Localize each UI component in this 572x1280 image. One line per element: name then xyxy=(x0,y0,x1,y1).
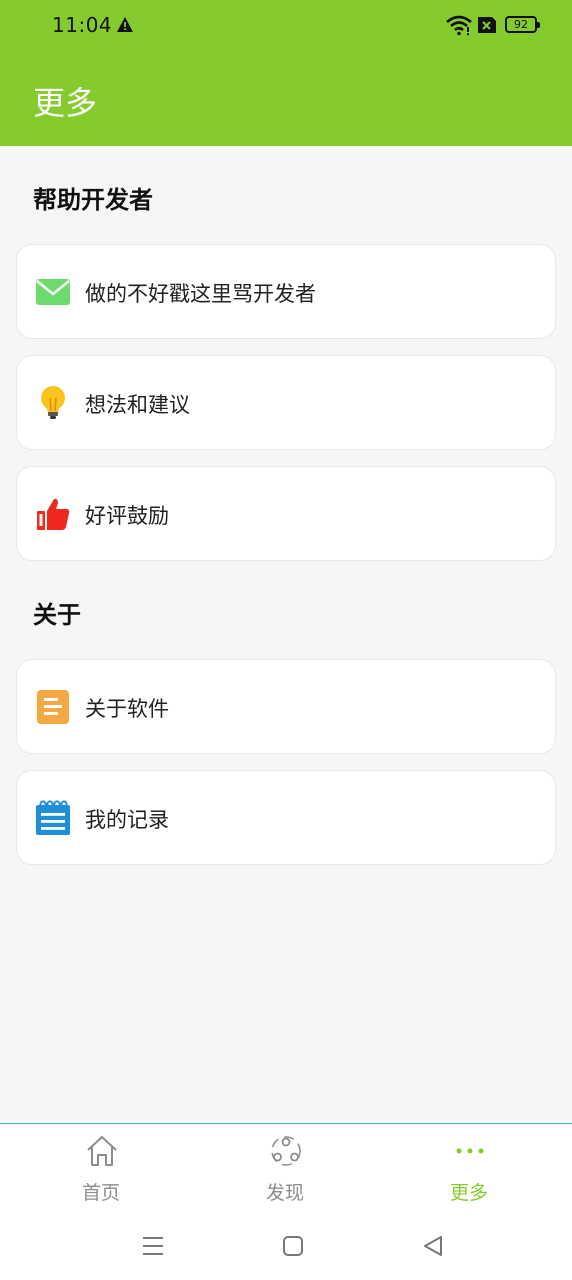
wifi-icon xyxy=(446,15,472,36)
nav-tab-more[interactable]: 更多 xyxy=(374,1124,564,1214)
list-item-label: 做的不好戳这里骂开发者 xyxy=(85,282,316,306)
nav-tab-home[interactable]: 首页 xyxy=(6,1124,196,1214)
list-item-label: 好评鼓励 xyxy=(85,504,169,528)
bottom-nav: 首页 发现 更多 xyxy=(0,1123,572,1213)
section-title-about: 关于 xyxy=(33,601,81,629)
nav-tab-discover[interactable]: 发现 xyxy=(190,1124,380,1214)
status-time: 11:04 xyxy=(52,13,113,37)
list-item-label: 想法和建议 xyxy=(85,393,190,417)
document-icon xyxy=(37,690,69,724)
system-nav-bar xyxy=(0,1213,572,1280)
list-item-my-records[interactable]: 我的记录 xyxy=(16,770,556,865)
app-bar: 更多 xyxy=(0,52,572,146)
nav-tab-label: 发现 xyxy=(265,1182,304,1204)
list-item-about-app[interactable]: 关于软件 xyxy=(16,659,556,754)
warning-icon xyxy=(117,17,133,32)
page-title: 更多 xyxy=(33,84,98,122)
list-item-suggestions[interactable]: 想法和建议 xyxy=(16,355,556,450)
status-bar: 11:04 92 xyxy=(0,0,572,52)
battery-icon: 92 xyxy=(505,16,540,33)
battery-level: 92 xyxy=(514,18,528,31)
thumbs-up-icon xyxy=(37,498,70,530)
mail-icon xyxy=(36,279,70,305)
list-item-label: 我的记录 xyxy=(85,808,169,832)
section-title-help: 帮助开发者 xyxy=(33,186,153,214)
home-icon xyxy=(87,1136,117,1166)
nav-tab-label: 首页 xyxy=(81,1182,120,1204)
list-item-label: 关于软件 xyxy=(85,697,169,721)
list-item-scold-developer[interactable]: 做的不好戳这里骂开发者 xyxy=(16,244,556,339)
no-sim-icon xyxy=(478,17,496,33)
discover-icon xyxy=(271,1136,301,1166)
notepad-icon xyxy=(36,800,70,835)
menu-icon[interactable] xyxy=(140,1233,166,1259)
list-item-good-review[interactable]: 好评鼓励 xyxy=(16,466,556,561)
lightbulb-icon xyxy=(41,386,65,419)
back-icon[interactable] xyxy=(420,1233,446,1259)
nav-tab-label: 更多 xyxy=(449,1182,488,1204)
home-button-icon[interactable] xyxy=(280,1233,306,1259)
more-dots-icon xyxy=(456,1148,484,1154)
